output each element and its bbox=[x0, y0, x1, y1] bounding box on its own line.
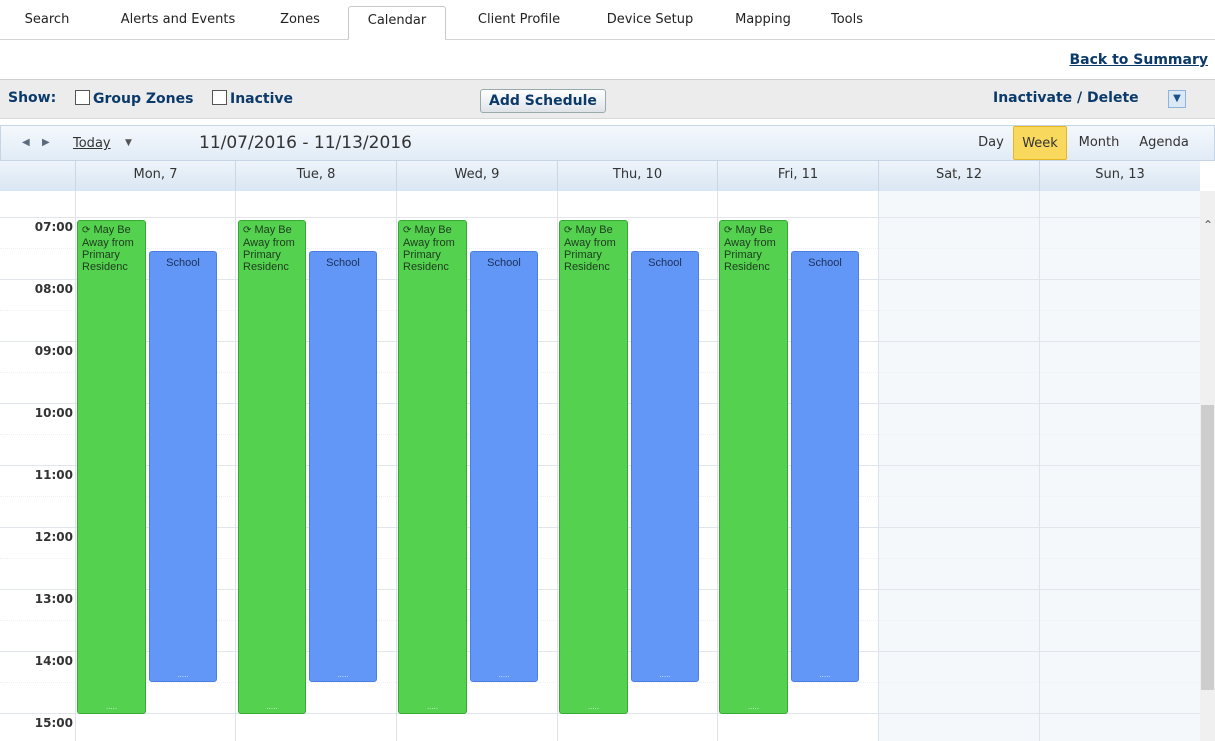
recurring-icon: ⟳ bbox=[724, 225, 733, 236]
day-header-tue: Tue, 8 bbox=[235, 161, 396, 191]
time-label: 10:00 bbox=[34, 406, 73, 420]
tab-search[interactable]: Search bbox=[16, 6, 78, 39]
event-school-wed[interactable]: School ..... bbox=[470, 251, 538, 682]
tab-tools[interactable]: Tools bbox=[822, 6, 872, 39]
show-label: Show: bbox=[8, 90, 57, 106]
day-header-mon: Mon, 7 bbox=[75, 161, 235, 191]
day-header-thu: Thu, 10 bbox=[557, 161, 717, 191]
show-toolbar: Show: Group Zones Inactive Add Schedule … bbox=[0, 79, 1215, 119]
scrollbar-thumb[interactable] bbox=[1201, 405, 1214, 690]
time-label: 12:00 bbox=[34, 530, 73, 544]
recurring-icon: ⟳ bbox=[243, 225, 252, 236]
inactive-checkbox[interactable]: Inactive bbox=[212, 90, 293, 107]
resize-handle[interactable]: ..... bbox=[310, 671, 376, 679]
event-may-be-away-wed[interactable]: ⟳ May Be Away from Primary Residenc ....… bbox=[398, 220, 467, 714]
event-may-be-away-thu[interactable]: ⟳ May Be Away from Primary Residenc ....… bbox=[559, 220, 628, 714]
view-week-button[interactable]: Week bbox=[1013, 126, 1067, 160]
resize-handle[interactable]: ..... bbox=[239, 703, 305, 711]
recurring-icon: ⟳ bbox=[403, 225, 412, 236]
tab-zones[interactable]: Zones bbox=[272, 6, 328, 39]
group-zones-checkbox-box[interactable] bbox=[75, 90, 90, 105]
day-header-fri: Fri, 11 bbox=[717, 161, 878, 191]
back-to-summary-link[interactable]: Back to Summary bbox=[1070, 52, 1209, 68]
event-title: May Be Away from Primary Residenc bbox=[724, 224, 776, 273]
day-divider bbox=[75, 191, 76, 741]
resize-handle[interactable]: ..... bbox=[720, 703, 787, 711]
today-dropdown-icon[interactable]: ▼ bbox=[125, 138, 132, 148]
event-title: School bbox=[648, 257, 682, 269]
time-label: 14:00 bbox=[34, 654, 73, 668]
calendar-toolbar: ◀ ▶ Today ▼ 11/07/2016 - 11/13/2016 Day … bbox=[0, 125, 1215, 161]
resize-handle[interactable]: ..... bbox=[399, 703, 466, 711]
tab-client-profile[interactable]: Client Profile bbox=[464, 6, 574, 39]
day-divider bbox=[557, 191, 558, 741]
resize-handle[interactable]: ..... bbox=[632, 671, 698, 679]
date-range: 11/07/2016 - 11/13/2016 bbox=[199, 133, 412, 153]
time-label: 09:00 bbox=[34, 344, 73, 358]
time-label: 13:00 bbox=[34, 592, 73, 606]
chevron-right-icon[interactable]: ▶ bbox=[42, 137, 50, 148]
event-may-be-away-mon[interactable]: ⟳ May Be Away from Primary Residenc ....… bbox=[77, 220, 146, 714]
time-label: 08:00 bbox=[34, 282, 73, 296]
event-title: School bbox=[166, 257, 200, 269]
view-agenda-button[interactable]: Agenda bbox=[1131, 126, 1197, 160]
add-schedule-button[interactable]: Add Schedule bbox=[480, 89, 606, 113]
day-divider bbox=[396, 191, 397, 741]
day-divider bbox=[717, 191, 718, 741]
inactive-checkbox-box[interactable] bbox=[212, 90, 227, 105]
event-title: School bbox=[808, 257, 842, 269]
resize-handle[interactable]: ..... bbox=[560, 703, 627, 711]
day-divider bbox=[1039, 191, 1040, 741]
day-divider bbox=[235, 191, 236, 741]
time-label: 15:00 bbox=[34, 716, 73, 730]
time-label: 11:00 bbox=[34, 468, 73, 482]
event-title: May Be Away from Primary Residenc bbox=[82, 224, 134, 273]
resize-handle[interactable]: ..... bbox=[471, 671, 537, 679]
recurring-icon: ⟳ bbox=[82, 225, 91, 236]
event-school-mon[interactable]: School ..... bbox=[149, 251, 217, 682]
resize-handle[interactable]: ..... bbox=[78, 703, 145, 711]
event-school-thu[interactable]: School ..... bbox=[631, 251, 699, 682]
today-link[interactable]: Today bbox=[73, 136, 111, 151]
event-may-be-away-tue[interactable]: ⟳ May Be Away from Primary Residenc ....… bbox=[238, 220, 306, 714]
hour-line bbox=[0, 217, 1200, 218]
group-zones-label: Group Zones bbox=[93, 91, 194, 107]
tab-calendar[interactable]: Calendar bbox=[348, 6, 446, 40]
event-title: May Be Away from Primary Residenc bbox=[243, 224, 295, 273]
time-label: 07:00 bbox=[34, 220, 73, 234]
day-header-sun: Sun, 13 bbox=[1039, 161, 1200, 191]
event-title: May Be Away from Primary Residenc bbox=[403, 224, 455, 273]
recurring-icon: ⟳ bbox=[564, 225, 573, 236]
event-school-fri[interactable]: School ..... bbox=[791, 251, 859, 682]
view-month-button[interactable]: Month bbox=[1073, 126, 1125, 160]
tab-mapping[interactable]: Mapping bbox=[728, 6, 798, 39]
day-header-row: Mon, 7 Tue, 8 Wed, 9 Thu, 10 Fri, 11 Sat… bbox=[0, 161, 1200, 192]
week-time-grid[interactable]: 07:00 08:00 09:00 10:00 11:00 12:00 13:0… bbox=[0, 191, 1200, 741]
tab-device-setup[interactable]: Device Setup bbox=[596, 6, 704, 39]
resize-handle[interactable]: ..... bbox=[150, 671, 216, 679]
view-day-button[interactable]: Day bbox=[971, 126, 1011, 160]
resize-handle[interactable]: ..... bbox=[792, 671, 858, 679]
event-school-tue[interactable]: School ..... bbox=[309, 251, 377, 682]
chevron-left-icon[interactable]: ◀ bbox=[22, 137, 30, 148]
inactive-label: Inactive bbox=[230, 91, 294, 107]
top-tab-bar: Search Alerts and Events Zones Calendar … bbox=[0, 0, 1215, 40]
chevron-down-icon[interactable]: ▼ bbox=[1168, 90, 1186, 108]
event-may-be-away-fri[interactable]: ⟳ May Be Away from Primary Residenc ....… bbox=[719, 220, 788, 714]
day-header-sat: Sat, 12 bbox=[878, 161, 1039, 191]
inactivate-delete-select[interactable]: Inactivate / Delete bbox=[993, 90, 1139, 106]
day-divider bbox=[878, 191, 879, 741]
event-title: School bbox=[487, 257, 521, 269]
tab-alerts-and-events[interactable]: Alerts and Events bbox=[108, 6, 248, 39]
event-title: May Be Away from Primary Residenc bbox=[564, 224, 616, 273]
scroll-up-icon[interactable]: ⌃ bbox=[1203, 218, 1213, 232]
group-zones-checkbox[interactable]: Group Zones bbox=[75, 90, 193, 107]
day-header-wed: Wed, 9 bbox=[396, 161, 557, 191]
event-title: School bbox=[326, 257, 360, 269]
